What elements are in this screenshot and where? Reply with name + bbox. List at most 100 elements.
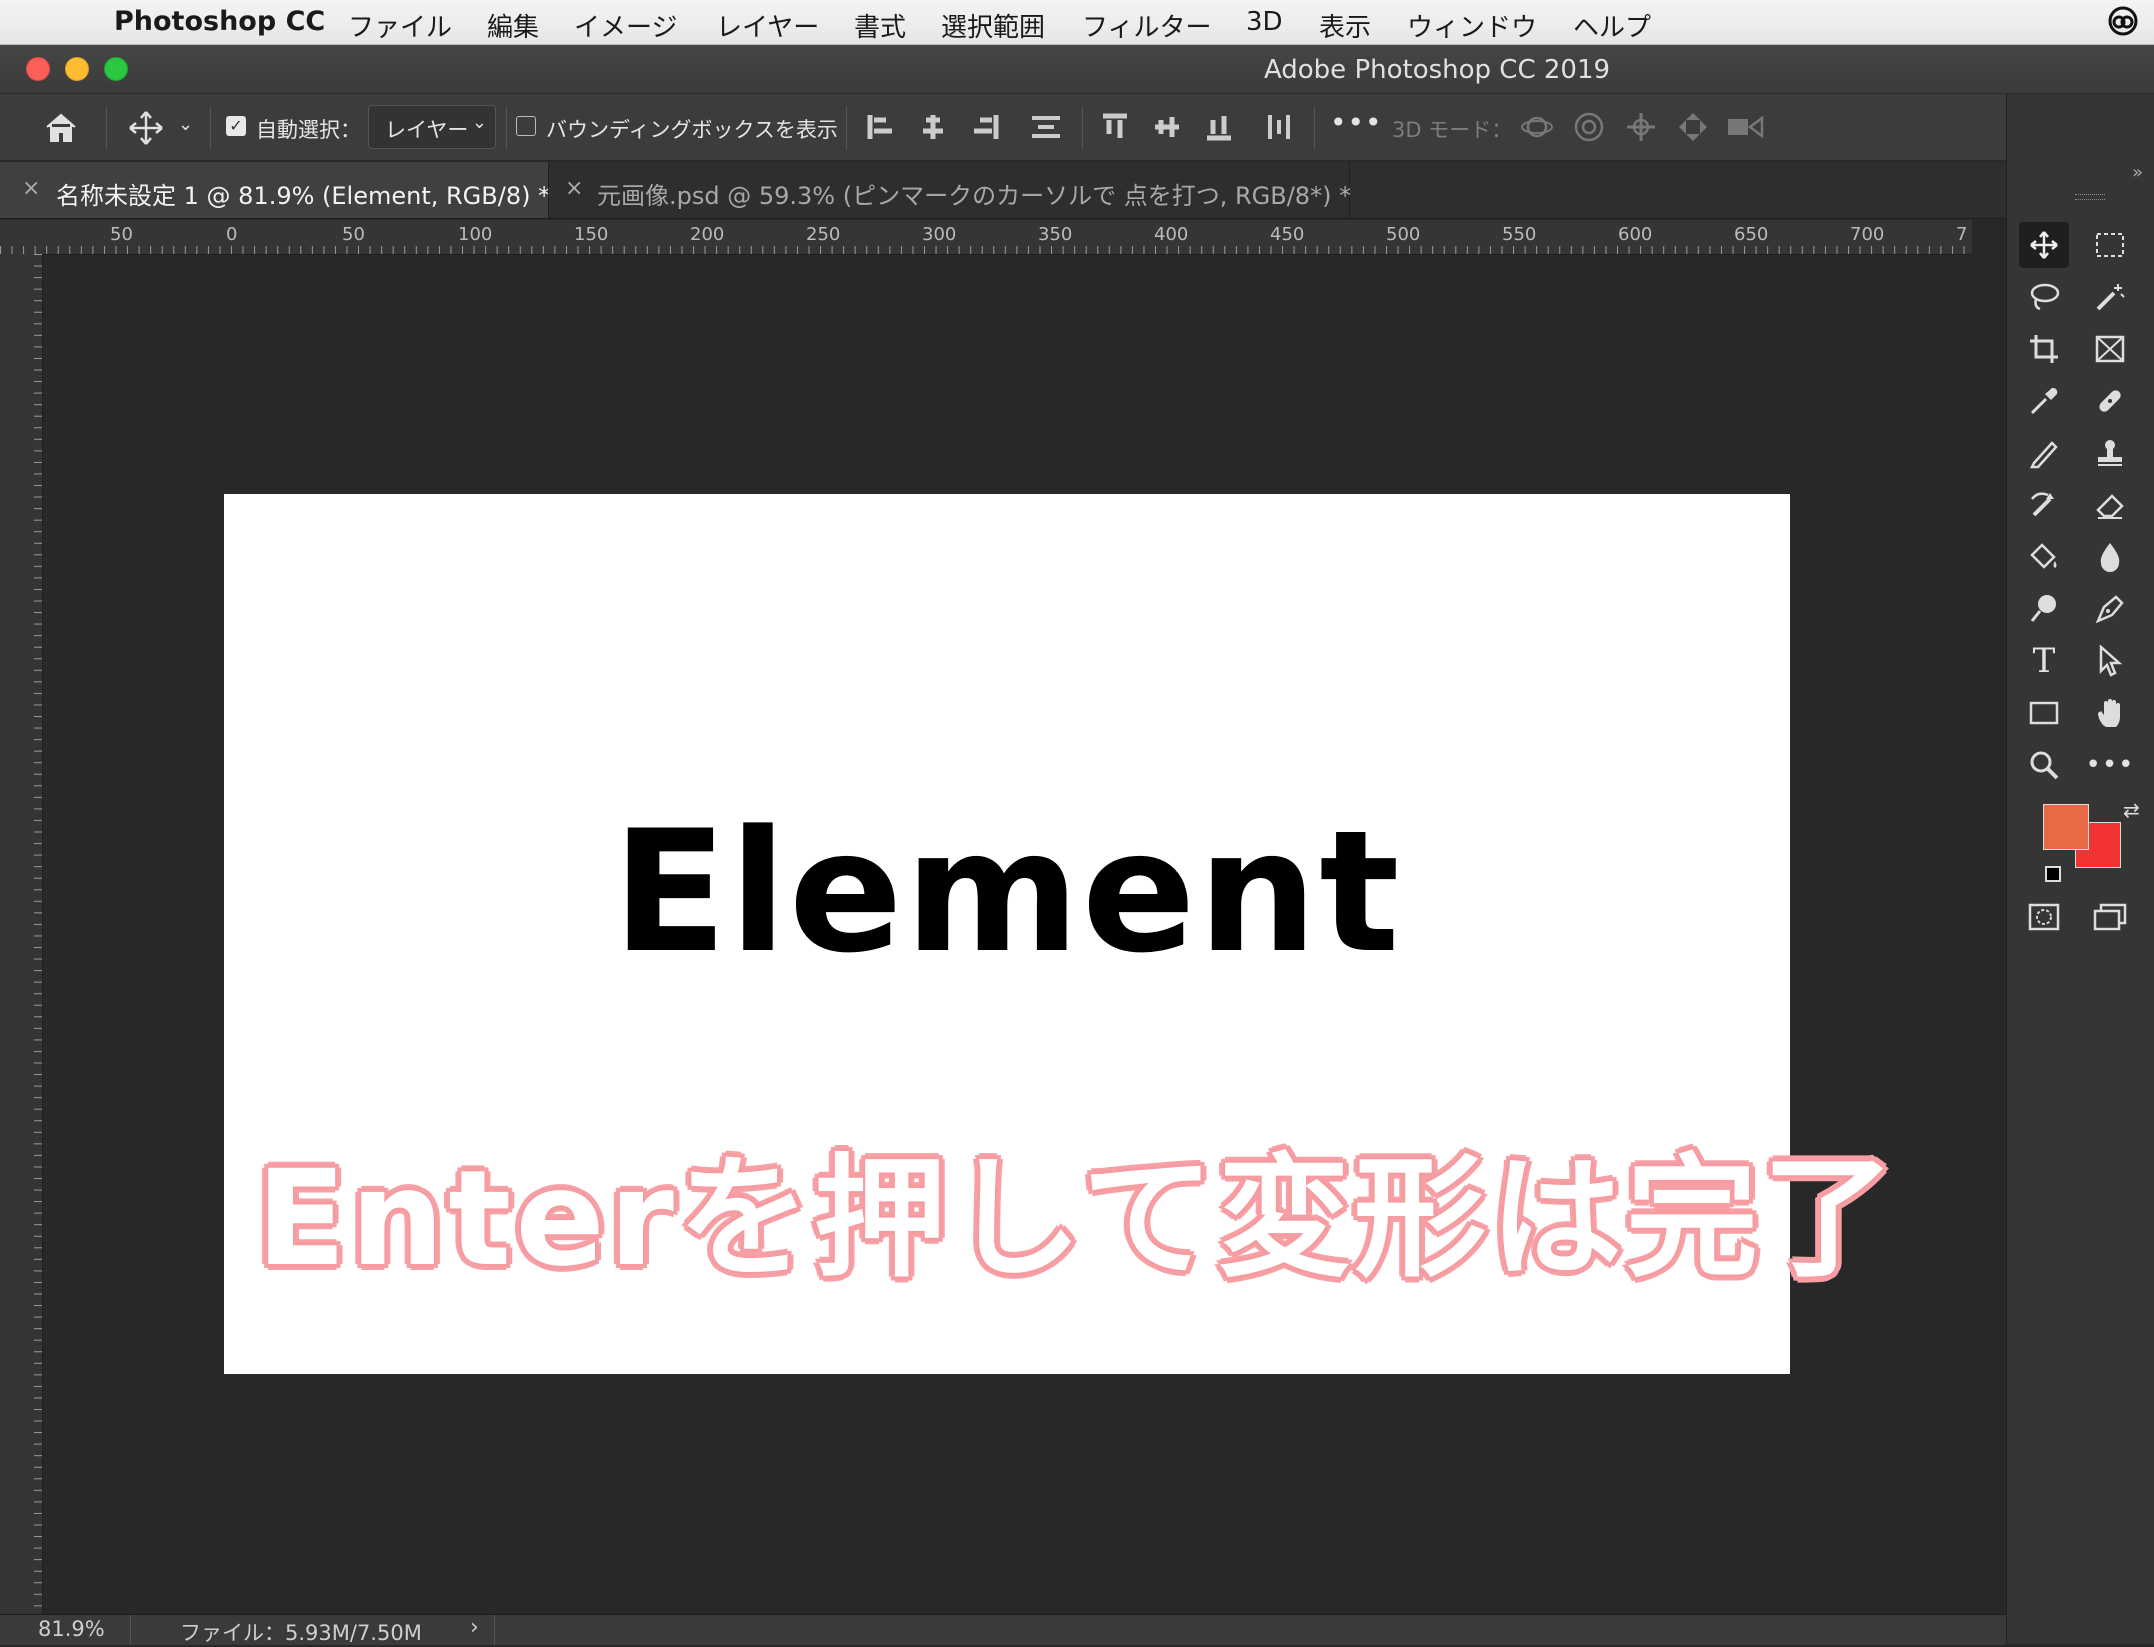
home-icon[interactable] [44, 112, 78, 144]
chevron-down-icon[interactable]: ⌄ [178, 114, 193, 135]
crop-icon [2030, 335, 2058, 363]
ruler-label: 500 [1386, 224, 1421, 245]
rectangle-marquee-icon [2096, 233, 2124, 257]
tab-document-1[interactable]: × 名称未設定 1 @ 81.9% (Element, RGB/8) * [0, 162, 551, 218]
window-title-bar: Adobe Photoshop CC 2019 [0, 45, 2154, 94]
3d-mode-label: 3D モード： [1392, 118, 1513, 142]
menu-3d[interactable]: 3D [1246, 7, 1283, 37]
align-top-icon[interactable] [1100, 112, 1130, 142]
bounding-box-checkbox[interactable] [516, 116, 536, 136]
ruler-label: 50 [110, 224, 133, 245]
menu-view[interactable]: 表示 [1319, 7, 1371, 44]
stamp-icon [2098, 440, 2122, 466]
ruler-label: 700 [1850, 224, 1885, 245]
edit-toolbar-button[interactable]: ••• [2085, 742, 2135, 788]
auto-select-target-value: レイヤー [385, 118, 469, 142]
zoom-level[interactable]: 81.9% [38, 1617, 105, 1641]
menu-type[interactable]: 書式 [854, 7, 906, 44]
status-bar: 81.9% ファイル：5.93M/7.50M › [0, 1614, 2006, 1645]
element-text-layer[interactable]: Element [224, 794, 1790, 990]
close-tab-icon[interactable]: × [565, 176, 583, 201]
align-bottom-icon[interactable] [1204, 112, 1234, 142]
close-tab-icon[interactable]: × [22, 176, 40, 201]
auto-select-checkbox[interactable]: ✓ [226, 116, 246, 136]
swap-colors-icon[interactable]: ⇄ [2123, 798, 2140, 822]
window-title: Adobe Photoshop CC 2019 [1263, 55, 1611, 85]
ruler-label: 550 [1502, 224, 1537, 245]
ruler-label: 200 [690, 224, 725, 245]
3d-slide-icon[interactable] [1676, 110, 1710, 144]
eraser-tool[interactable] [2085, 482, 2135, 528]
menu-window[interactable]: ウィンドウ [1407, 7, 1537, 44]
panel-grip[interactable] [2075, 194, 2105, 200]
app-menu[interactable]: Photoshop CC [114, 6, 325, 37]
menu-select[interactable]: 選択範囲 [941, 7, 1045, 44]
ruler-ticks [0, 254, 42, 1614]
menu-file[interactable]: ファイル [348, 7, 452, 44]
history-brush-tool[interactable] [2019, 482, 2069, 528]
align-left-icon[interactable] [866, 112, 896, 142]
align-horizontal-center-icon[interactable] [918, 112, 948, 142]
pen-tool[interactable] [2085, 586, 2135, 632]
bandage-icon [2099, 390, 2121, 412]
rectangle-tool[interactable] [2019, 690, 2069, 736]
chevron-right-icon[interactable]: › [470, 1615, 479, 1640]
hand-tool[interactable] [2085, 690, 2135, 736]
3d-orbit-icon[interactable] [1520, 110, 1554, 144]
crop-tool[interactable] [2019, 326, 2069, 372]
marquee-tool[interactable] [2085, 222, 2135, 268]
magic-wand-tool[interactable] [2085, 274, 2135, 320]
chevron-down-icon: ⌄ [471, 112, 487, 133]
align-vertical-center-icon[interactable] [1152, 112, 1182, 142]
auto-select-target-dropdown[interactable]: レイヤー ⌄ [368, 105, 496, 149]
brush-tool[interactable] [2019, 430, 2069, 476]
healing-brush-tool[interactable] [2085, 378, 2135, 424]
ruler-label: 600 [1618, 224, 1653, 245]
blur-tool[interactable] [2085, 534, 2135, 580]
screen-mode-button[interactable] [2085, 894, 2135, 940]
eyedropper-tool[interactable] [2019, 378, 2069, 424]
pencil-icon [2029, 441, 2058, 469]
tools-panel: » T ••• ⇄ [2006, 94, 2154, 1644]
menu-filter[interactable]: フィルター [1082, 7, 1211, 44]
collapse-panel-icon[interactable]: » [2132, 162, 2143, 183]
auto-select-label: 自動選択： [256, 118, 361, 142]
tab-label: 元画像.psd @ 59.3% (ピンマークのカーソルで 点を打つ, RGB/8… [597, 182, 1352, 210]
menu-edit[interactable]: 編集 [487, 7, 539, 44]
lasso-tool[interactable] [2019, 274, 2069, 320]
menu-image[interactable]: イメージ [574, 7, 677, 44]
3d-scale-icon[interactable] [1726, 112, 1766, 142]
move-tool-icon[interactable] [128, 110, 164, 146]
default-colors-icon[interactable] [2045, 866, 2061, 882]
dodge-tool[interactable] [2019, 586, 2069, 632]
menu-layer[interactable]: レイヤー [716, 7, 819, 44]
3d-roll-icon[interactable] [1572, 110, 1606, 144]
quick-mask-button[interactable] [2019, 894, 2069, 940]
distribute-vertical-icon[interactable] [1264, 112, 1294, 142]
creative-cloud-icon[interactable] [2108, 6, 2138, 36]
magnifier-icon [2030, 751, 2059, 780]
water-drop-icon [2100, 543, 2120, 572]
move-tool[interactable] [2019, 222, 2069, 268]
type-tool[interactable]: T [2019, 638, 2069, 684]
tab-document-2[interactable]: × 元画像.psd @ 59.3% (ピンマークのカーソルで 点を打つ, RGB… [548, 162, 1352, 218]
paint-bucket-tool[interactable] [2019, 534, 2069, 580]
distribute-icon[interactable] [1030, 112, 1062, 142]
more-options-icon[interactable]: ••• [1330, 106, 1383, 139]
3d-pan-icon[interactable] [1624, 110, 1658, 144]
path-selection-tool[interactable] [2085, 638, 2135, 684]
bounding-box-label: バウンディングボックスを表示 [546, 118, 838, 142]
screen-mode-icon [2093, 903, 2127, 931]
clone-stamp-tool[interactable] [2085, 430, 2135, 476]
more-tools-icon: ••• [2085, 750, 2135, 780]
tab-label: 名称未設定 1 @ 81.9% (Element, RGB/8) * [56, 182, 551, 210]
menu-help[interactable]: ヘルプ [1573, 7, 1651, 44]
align-right-icon[interactable] [970, 112, 1000, 142]
foreground-color-swatch[interactable] [2043, 804, 2089, 850]
lasso-icon [2030, 283, 2060, 311]
frame-tool[interactable] [2085, 326, 2135, 372]
zoom-tool[interactable] [2019, 742, 2069, 788]
vertical-ruler[interactable] [0, 254, 43, 1614]
document-tab-bar: × 名称未設定 1 @ 81.9% (Element, RGB/8) * × 元… [0, 162, 2006, 219]
move-tool-icon [2030, 231, 2058, 259]
